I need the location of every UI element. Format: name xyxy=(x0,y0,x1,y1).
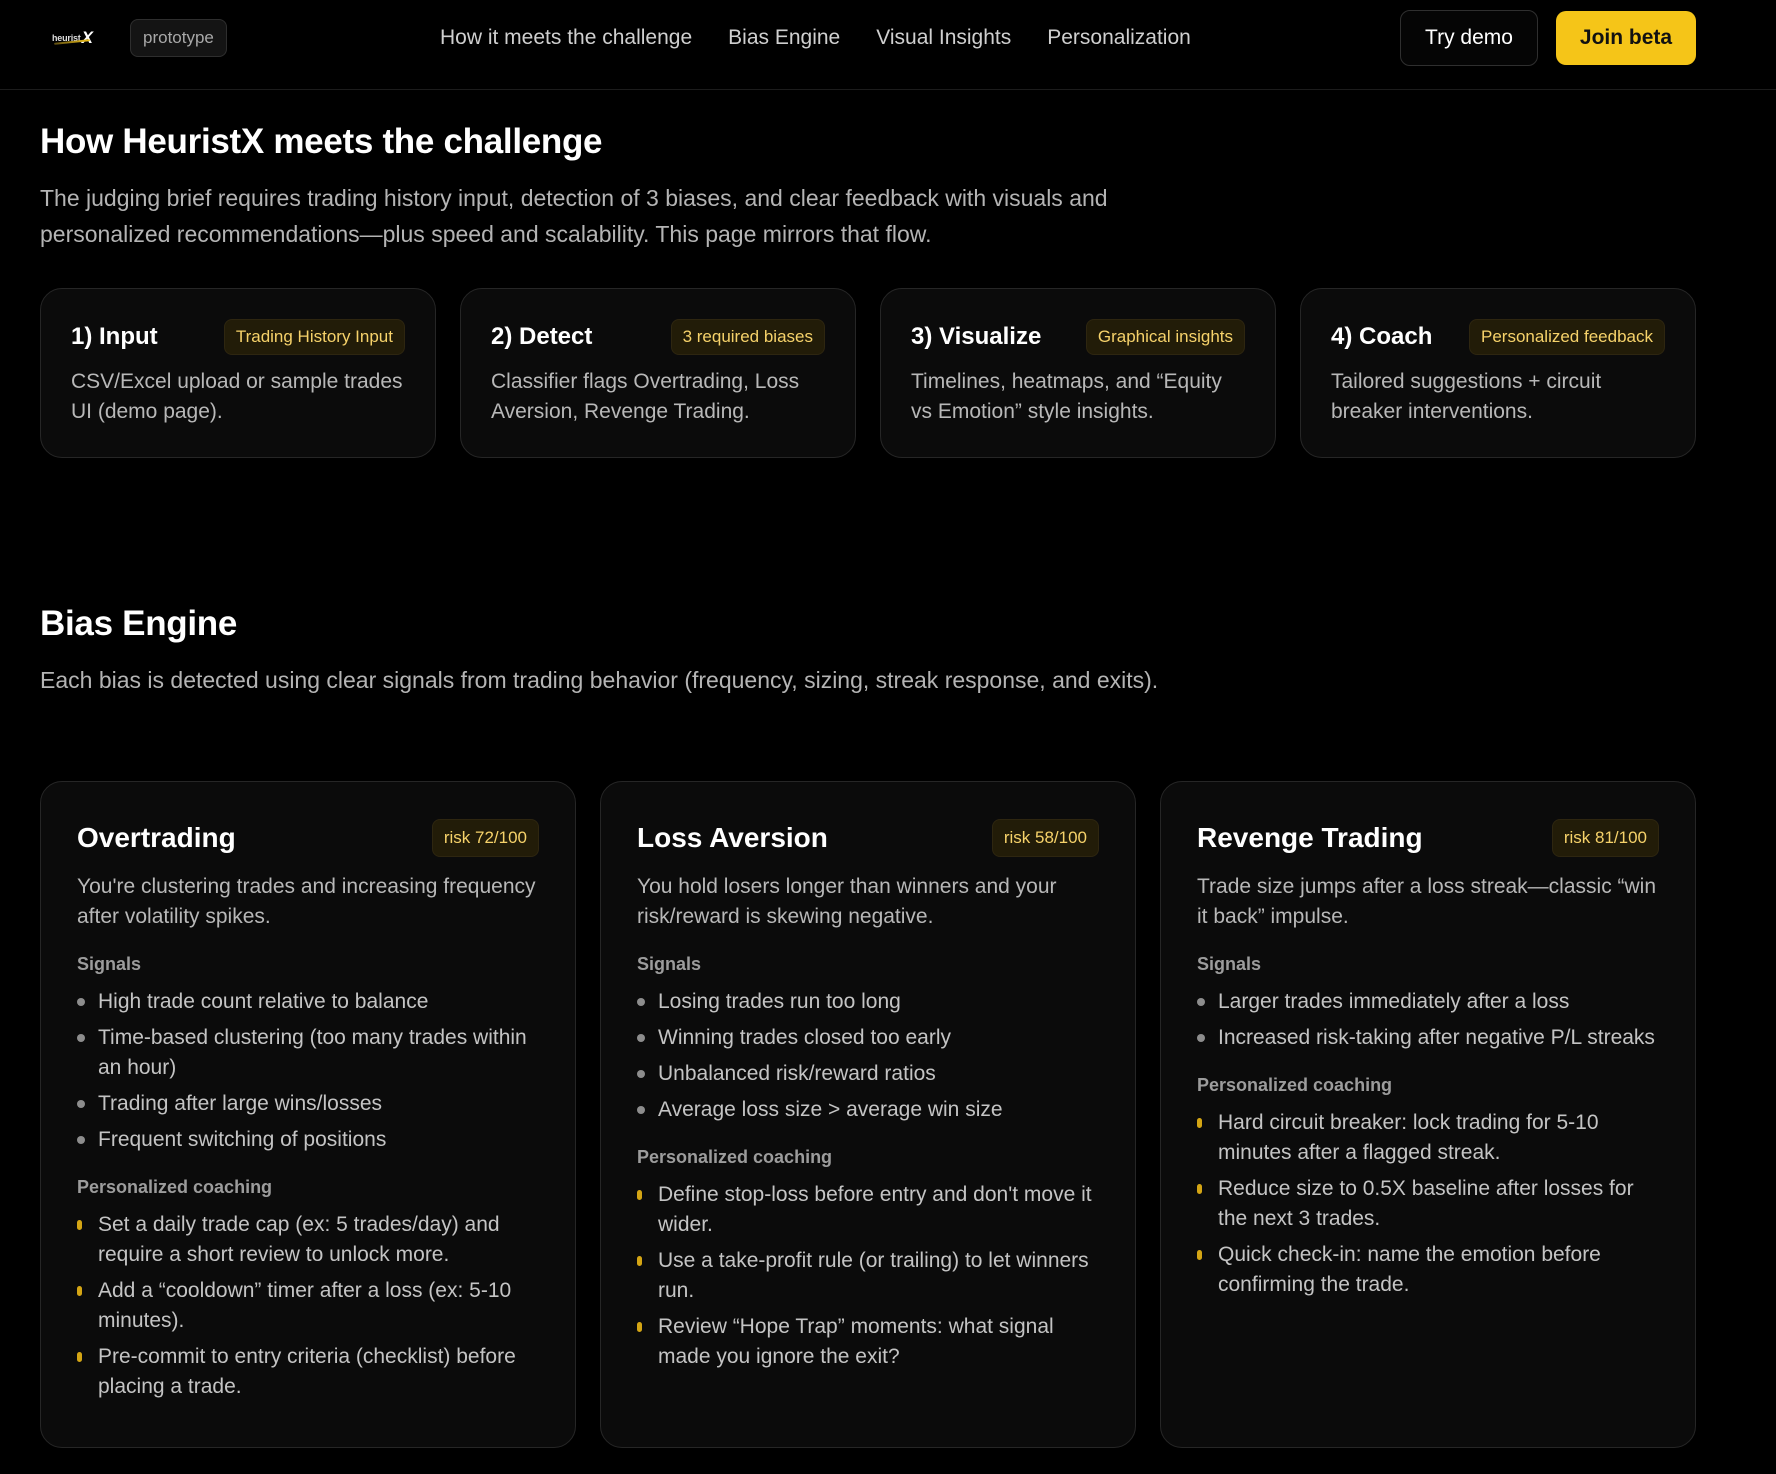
signal-item: Trading after large wins/losses xyxy=(77,1089,539,1119)
join-beta-button[interactable]: Join beta xyxy=(1556,11,1696,65)
signals-heading: Signals xyxy=(77,954,142,974)
nav-link-personalization[interactable]: Personalization xyxy=(1047,26,1191,50)
coaching-heading: Personalized coaching xyxy=(1197,1075,1393,1095)
step-description: Tailored suggestions + circuit breaker i… xyxy=(1331,370,1602,423)
coaching-item: Pre-commit to entry criteria (checklist)… xyxy=(77,1342,539,1402)
challenge-steps: 1) Input Trading History Input CSV/Excel… xyxy=(40,288,1696,458)
risk-badge: risk 72/100 xyxy=(431,819,539,857)
step-card-detect: 2) Detect 3 required biases Classifier f… xyxy=(460,288,856,458)
bias-description: Trade size jumps after a loss streak—cla… xyxy=(1197,875,1657,928)
step-card-input: 1) Input Trading History Input CSV/Excel… xyxy=(40,288,436,458)
coaching-item: Reduce size to 0.5X baseline after losse… xyxy=(1197,1174,1659,1234)
coaching-item: Define stop-loss before entry and don't … xyxy=(637,1180,1099,1240)
step-title: 4) Coach xyxy=(1331,323,1433,350)
step-card-coach: 4) Coach Personalized feedback Tailored … xyxy=(1300,288,1696,458)
step-description: Timelines, heatmaps, and “Equity vs Emot… xyxy=(911,370,1222,423)
signal-item: High trade count relative to balance xyxy=(77,987,539,1017)
bias-title: Overtrading xyxy=(77,822,236,853)
step-title: 1) Input xyxy=(71,323,158,350)
nav-link-visual-insights[interactable]: Visual Insights xyxy=(876,26,1011,50)
signal-item: Average loss size > average win size xyxy=(637,1095,1099,1125)
coaching-item: Review “Hope Trap” moments: what signal … xyxy=(637,1312,1099,1372)
signal-item: Winning trades closed too early xyxy=(637,1023,1099,1053)
coaching-list: Set a daily trade cap (ex: 5 trades/day)… xyxy=(77,1210,539,1402)
try-demo-button[interactable]: Try demo xyxy=(1400,10,1538,66)
top-nav-bar: heurist X prototype How it meets the chal… xyxy=(0,0,1776,90)
step-tag: Personalized feedback xyxy=(1468,319,1665,355)
coaching-item: Set a daily trade cap (ex: 5 trades/day)… xyxy=(77,1210,539,1270)
bias-title: Loss Aversion xyxy=(637,822,828,853)
bias-card-revenge-trading: Revenge Trading risk 81/100 Trade size j… xyxy=(1160,781,1696,1448)
bias-card-overtrading: Overtrading risk 72/100 You're clusterin… xyxy=(40,781,576,1448)
bias-engine-title: Bias Engine xyxy=(40,604,238,643)
signals-list: High trade count relative to balance Tim… xyxy=(77,987,539,1155)
signals-heading: Signals xyxy=(637,954,702,974)
bias-engine-lead: Each bias is detected using clear signal… xyxy=(40,667,1159,693)
main-nav: How it meets the challenge Bias Engine V… xyxy=(440,0,1191,76)
challenge-lead: The judging brief requires trading histo… xyxy=(40,185,1108,247)
signals-list: Losing trades run too long Winning trade… xyxy=(637,987,1099,1125)
challenge-title: How HeuristX meets the challenge xyxy=(40,122,603,161)
bias-title: Revenge Trading xyxy=(1197,822,1423,853)
coaching-heading: Personalized coaching xyxy=(77,1177,273,1197)
step-tag: 3 required biases xyxy=(670,319,825,355)
signal-item: Larger trades immediately after a loss xyxy=(1197,987,1659,1017)
risk-badge: risk 81/100 xyxy=(1551,819,1659,857)
signals-heading: Signals xyxy=(1197,954,1262,974)
risk-badge: risk 58/100 xyxy=(991,819,1099,857)
prototype-badge: prototype xyxy=(130,19,227,57)
coaching-item: Add a “cooldown” timer after a loss (ex:… xyxy=(77,1276,539,1336)
step-tag: Trading History Input xyxy=(223,319,405,355)
bias-description: You hold losers longer than winners and … xyxy=(637,875,1057,928)
step-card-visualize: 3) Visualize Graphical insights Timeline… xyxy=(880,288,1276,458)
step-tag: Graphical insights xyxy=(1085,319,1245,355)
signal-item: Time-based clustering (too many trades w… xyxy=(77,1023,539,1083)
bias-cards: Overtrading risk 72/100 You're clusterin… xyxy=(40,781,1696,1448)
bias-card-loss-aversion: Loss Aversion risk 58/100 You hold loser… xyxy=(600,781,1136,1448)
step-description: Classifier flags Overtrading, Loss Avers… xyxy=(491,370,800,423)
coaching-list: Define stop-loss before entry and don't … xyxy=(637,1180,1099,1372)
logo-x-mark: X xyxy=(81,28,93,47)
coaching-item: Hard circuit breaker: lock trading for 5… xyxy=(1197,1108,1659,1168)
coaching-list: Hard circuit breaker: lock trading for 5… xyxy=(1197,1108,1659,1300)
heuristx-logo[interactable]: heurist X xyxy=(52,26,93,50)
step-description: CSV/Excel upload or sample trades UI (de… xyxy=(71,370,403,423)
coaching-heading: Personalized coaching xyxy=(637,1147,833,1167)
nav-link-bias-engine[interactable]: Bias Engine xyxy=(728,26,840,50)
signal-item: Frequent switching of positions xyxy=(77,1125,539,1155)
step-title: 2) Detect xyxy=(491,323,593,350)
signals-list: Larger trades immediately after a loss I… xyxy=(1197,987,1659,1053)
signal-item: Unbalanced risk/reward ratios xyxy=(637,1059,1099,1089)
step-title: 3) Visualize xyxy=(911,323,1042,350)
nav-link-challenge[interactable]: How it meets the challenge xyxy=(440,26,692,50)
bias-description: You're clustering trades and increasing … xyxy=(77,875,536,928)
coaching-item: Quick check-in: name the emotion before … xyxy=(1197,1240,1659,1300)
signal-item: Losing trades run too long xyxy=(637,987,1099,1017)
coaching-item: Use a take-profit rule (or trailing) to … xyxy=(637,1246,1099,1306)
signal-item: Increased risk-taking after negative P/L… xyxy=(1197,1023,1659,1053)
